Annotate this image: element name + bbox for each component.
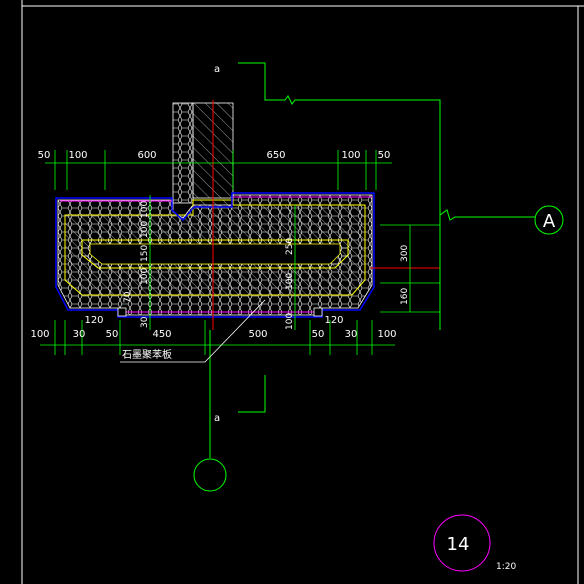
dim-vl-5: 70 bbox=[123, 291, 133, 303]
dim-bottom-1: 100 bbox=[30, 329, 49, 340]
dim-top-1: 50 bbox=[38, 150, 51, 161]
dim-bottom-8: 120 bbox=[324, 315, 343, 326]
left-notch bbox=[117, 307, 127, 317]
dim-bottom-10: 100 bbox=[377, 329, 396, 340]
dim-bottom-3: 120 bbox=[84, 315, 103, 326]
dim-vc-2: 100 bbox=[285, 273, 295, 290]
dim-top-2: 100 bbox=[68, 150, 87, 161]
section-mark-bottom: a bbox=[214, 413, 220, 424]
dim-vl-2: 100 bbox=[140, 221, 150, 238]
detail-number: 14 bbox=[447, 534, 470, 555]
dim-bottom-2: 30 bbox=[73, 329, 86, 340]
section-cut-bottom bbox=[209, 330, 266, 458]
dim-vr-2: 160 bbox=[400, 288, 410, 305]
dim-top-5: 100 bbox=[341, 150, 360, 161]
dim-vl-4: 100 bbox=[140, 268, 150, 285]
axis-bubble-label: A bbox=[543, 211, 556, 232]
dim-vr-1: 300 bbox=[400, 245, 410, 262]
dim-vl-3: 150 bbox=[140, 245, 150, 262]
detail-scale: 1:20 bbox=[496, 562, 516, 572]
dim-vl-6: 30 bbox=[140, 316, 150, 328]
right-notch bbox=[313, 307, 323, 317]
dim-top-3: 600 bbox=[137, 150, 156, 161]
dim-bottom-6: 500 bbox=[248, 329, 267, 340]
dim-bottom-9: 30 bbox=[345, 329, 358, 340]
dim-vc-1: 250 bbox=[285, 238, 295, 255]
dim-bottom-7: 50 bbox=[312, 329, 325, 340]
slab-void-inner bbox=[89, 243, 341, 265]
dim-vl-1: 100 bbox=[140, 201, 150, 218]
dim-vc-3: 100 bbox=[285, 313, 295, 330]
material-label: 石墨聚苯板 bbox=[122, 348, 172, 361]
wall-insulation bbox=[172, 102, 194, 204]
cad-drawing: a a A 14 1:20 50 100 600 650 100 50 100 … bbox=[21, 0, 584, 584]
section-mark-top: a bbox=[214, 64, 220, 75]
dim-top-4: 650 bbox=[266, 150, 285, 161]
dim-bottom-5: 450 bbox=[152, 329, 171, 340]
dim-bottom-4: 50 bbox=[106, 329, 119, 340]
dim-top-6: 50 bbox=[378, 150, 391, 161]
axis-bubble-bottom[interactable] bbox=[193, 458, 227, 492]
